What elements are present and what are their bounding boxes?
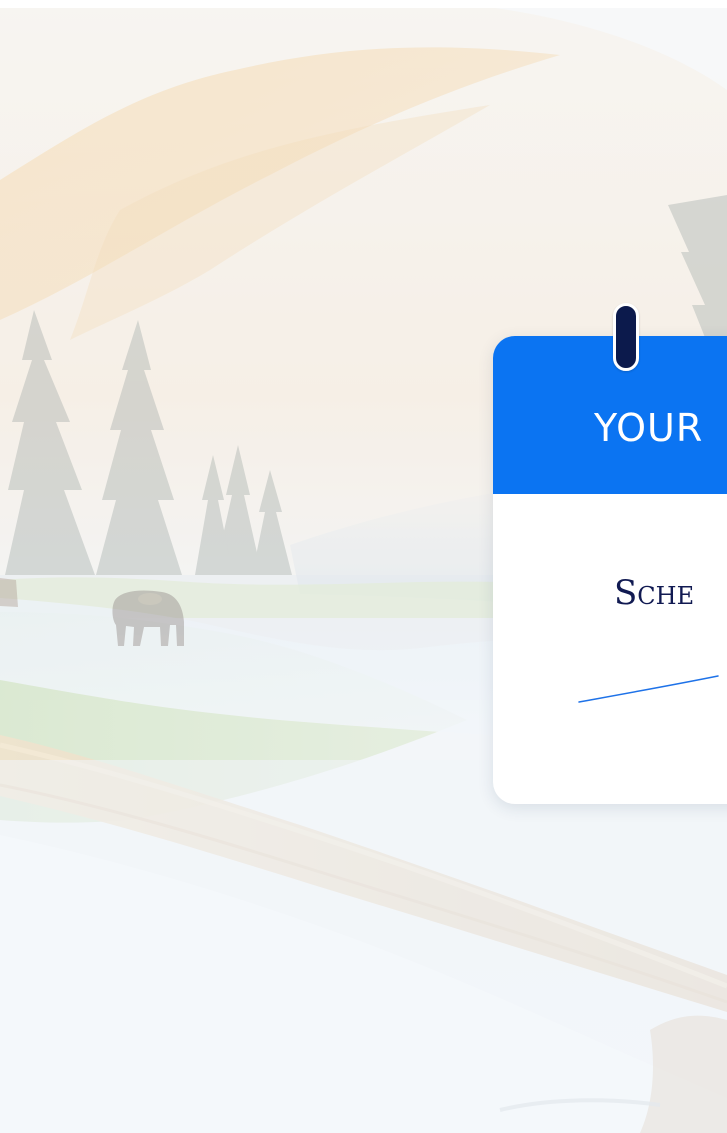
card-subtitle: Sche — [614, 573, 695, 613]
app-screen: YOUR Sche — [0, 0, 727, 1133]
invitation-card: YOUR Sche — [493, 336, 727, 804]
binder-clip-icon — [613, 303, 639, 371]
card-header: YOUR — [493, 336, 727, 494]
top-white-strip — [0, 0, 727, 8]
decorative-line — [578, 675, 719, 703]
card-title: YOUR — [594, 406, 704, 450]
